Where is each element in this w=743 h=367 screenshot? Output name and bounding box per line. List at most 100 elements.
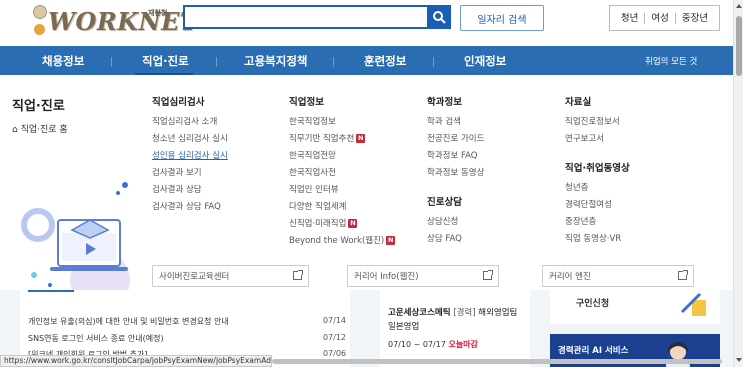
- menu-link[interactable]: 검사결과 상담: [152, 182, 228, 199]
- external-link-label: 사이버진로교육센터: [159, 272, 230, 282]
- new-badge: N: [386, 236, 396, 245]
- segment-women[interactable]: 여성: [645, 12, 676, 24]
- notice-title: 개인정보 유출(의심)에 대한 안내 및 비밀번호 변경요청 안내: [28, 317, 229, 326]
- job-posting-card[interactable]: 고운세상코스메틱 [경력] 해외영업팀 일본영업 07/10 ~ 07/17 오…: [380, 290, 530, 367]
- menu-link[interactable]: 검사결과 보기: [152, 165, 228, 182]
- menu-link[interactable]: 학과정보 동영상: [427, 165, 484, 182]
- audience-segment-tabs: 청년 여성 중장년: [609, 5, 720, 31]
- menu-link[interactable]: 한국직업전망: [289, 148, 395, 165]
- job-tag: [경력]: [453, 308, 476, 318]
- menu-link[interactable]: 직업 동영상·VR: [565, 231, 630, 248]
- menu-link[interactable]: 다양한 직업세계: [289, 199, 395, 216]
- segment-youth[interactable]: 청년: [615, 12, 646, 24]
- menu-link[interactable]: 학과 검색: [427, 114, 484, 131]
- logo-orb-icon: [34, 24, 45, 35]
- career-home-label: 직업·진로 홈: [20, 125, 68, 135]
- external-link-icon: [678, 270, 688, 280]
- search-icon: [433, 11, 446, 24]
- menu-link-with-badge[interactable]: 신직업·미래직업 N: [289, 216, 395, 233]
- external-link-cyber-career[interactable]: 사이버진로교육센터: [152, 265, 309, 287]
- nav-item-jobs[interactable]: 채용정보: [42, 53, 84, 69]
- header: WORKNET 재현철 일자리 검색 청년 여성 중장년: [0, 0, 733, 46]
- career-home-link[interactable]: ⌂ 직업·진로 홈: [12, 122, 68, 135]
- search-button[interactable]: [427, 5, 451, 29]
- external-link-icon: [483, 270, 493, 280]
- notice-title: SNS연동 로그인 서비스 종료 안내(예정): [28, 334, 164, 343]
- menu-section-title: 직업·진로: [12, 99, 65, 114]
- menu-link[interactable]: 청소년 심리검사 실시: [152, 131, 228, 148]
- column-title[interactable]: 직업심리검사: [152, 94, 228, 108]
- menu-column-library: 자료실 직업진로정보서 연구보고서 직업·취업동영상 청년층 경력단절여성 중장…: [565, 94, 630, 248]
- horizontal-scrollbar[interactable]: [272, 359, 722, 364]
- external-link-career-engine[interactable]: 커리어 엔진: [542, 265, 694, 287]
- search-input[interactable]: [183, 5, 427, 29]
- menu-link[interactable]: 중장년층: [565, 214, 630, 231]
- menu-link-label: 직무기반 직업추천: [289, 134, 355, 144]
- job-search-button[interactable]: 일자리 검색: [460, 5, 544, 31]
- worknet-logo[interactable]: WORKNET 재현철: [30, 2, 198, 40]
- logo-subtitle: 재현철: [148, 9, 168, 17]
- nav-divider: [216, 57, 217, 67]
- menu-link[interactable]: 직업인 인터뷰: [289, 182, 395, 199]
- scroll-thumb[interactable]: [736, 16, 742, 76]
- menu-link-label: 신직업·미래직업: [289, 219, 347, 229]
- column-title[interactable]: 직업정보: [289, 94, 395, 108]
- career-mega-menu: 직업·진로 ⌂ 직업·진로 홈 직업심리검사 직업심리검사 소개 청소년 심리검…: [0, 75, 733, 295]
- segment-middle-aged[interactable]: 중장년: [676, 13, 714, 24]
- external-link-label: 커리어 엔진: [549, 272, 591, 282]
- nav-item-training[interactable]: 훈련정보: [364, 53, 406, 69]
- menu-link[interactable]: 연구보고서: [565, 131, 630, 148]
- nav-item-talent[interactable]: 인재정보: [464, 53, 506, 69]
- menu-link[interactable]: 한국직업사전: [289, 165, 395, 182]
- job-date-range: 07/10 ~ 07/17: [388, 340, 446, 349]
- notice-tab-indicator: [28, 290, 74, 292]
- scroll-up-icon[interactable]: [736, 4, 742, 8]
- menu-link[interactable]: 전공진로 가이드: [427, 131, 484, 148]
- education-illustration: [21, 182, 130, 295]
- job-company: 고운세상코스메틱: [388, 308, 451, 318]
- notice-item[interactable]: 개인정보 유출(의심)에 대한 안내 및 비밀번호 변경요청 안내 07/14: [28, 316, 346, 327]
- vertical-scrollbar[interactable]: [733, 0, 743, 367]
- promo-recruit-label: 구인신청: [576, 299, 610, 309]
- menu-link[interactable]: 청년층: [565, 180, 630, 197]
- nav-all-about-employment[interactable]: 취업의 모든 것: [645, 55, 697, 67]
- column-subtitle[interactable]: 직업·취업동영상: [565, 160, 630, 174]
- nav-divider: [433, 57, 434, 67]
- new-badge: N: [356, 134, 366, 143]
- menu-link[interactable]: 직업심리검사 소개: [152, 114, 228, 131]
- job-title-sub: 일본영업: [388, 322, 420, 332]
- nav-divider: [333, 57, 334, 67]
- menu-link[interactable]: 학과정보 FAQ: [427, 148, 484, 165]
- menu-link-label: Beyond the Work(웹진): [289, 236, 385, 246]
- browser-status-url: https://www.work.go.kr/consltJobCarpa/jo…: [0, 355, 272, 367]
- menu-column-major-info: 학과정보 학과 검색 전공진로 가이드 학과정보 FAQ 학과정보 동영상 진로…: [427, 94, 484, 248]
- column-subtitle[interactable]: 진로상담: [427, 194, 484, 208]
- menu-link[interactable]: 검사결과 상담 FAQ: [152, 199, 228, 216]
- job-date-row: 07/10 ~ 07/17 오늘마감: [388, 339, 478, 350]
- notice-item[interactable]: SNS연동 로그인 서비스 종료 안내(예정) 07/12: [28, 333, 346, 344]
- notice-date: 07/12: [322, 333, 346, 342]
- menu-column-job-info: 직업정보 한국직업정보 직무기반 직업추천 N 한국직업전망 한국직업사전 직업인…: [289, 94, 396, 250]
- nav-item-welfare[interactable]: 고용복지정책: [244, 53, 307, 69]
- column-title[interactable]: 자료실: [565, 94, 630, 108]
- nav-item-career[interactable]: 직업·진로: [142, 53, 189, 69]
- menu-link[interactable]: 직업진로정보서: [565, 114, 630, 131]
- job-posting-title: 고운세상코스메틱 [경력] 해외영업팀 일본영업: [388, 306, 528, 334]
- job-title-main: 해외영업팀: [478, 308, 518, 318]
- main-nav: 채용정보 직업·진로 고용복지정책 훈련정보 인재정보 취업의 모든 것: [0, 46, 733, 75]
- scroll-down-icon[interactable]: [736, 358, 742, 362]
- menu-link[interactable]: 상담 FAQ: [427, 231, 484, 248]
- new-badge: N: [348, 219, 358, 228]
- logo-emblem-icon: [33, 5, 47, 19]
- pencil-icon: [680, 292, 706, 316]
- menu-link[interactable]: 한국직업정보: [289, 114, 395, 131]
- menu-link-with-badge[interactable]: Beyond the Work(웹진) N: [289, 233, 396, 250]
- external-link-career-info[interactable]: 커리어 Info(웹진): [347, 265, 499, 287]
- menu-link-hovered[interactable]: 성인용 심리검사 실시: [152, 148, 228, 165]
- menu-link-with-badge[interactable]: 직무기반 직업추천 N: [289, 131, 395, 148]
- promo-banner-recruit[interactable]: 구인신청: [550, 290, 720, 324]
- column-title[interactable]: 학과정보: [427, 94, 484, 108]
- menu-link[interactable]: 상담신청: [427, 214, 484, 231]
- menu-column-psych-test: 직업심리검사 직업심리검사 소개 청소년 심리검사 실시 성인용 심리검사 실시…: [152, 94, 228, 216]
- menu-link[interactable]: 경력단절여성: [565, 197, 630, 214]
